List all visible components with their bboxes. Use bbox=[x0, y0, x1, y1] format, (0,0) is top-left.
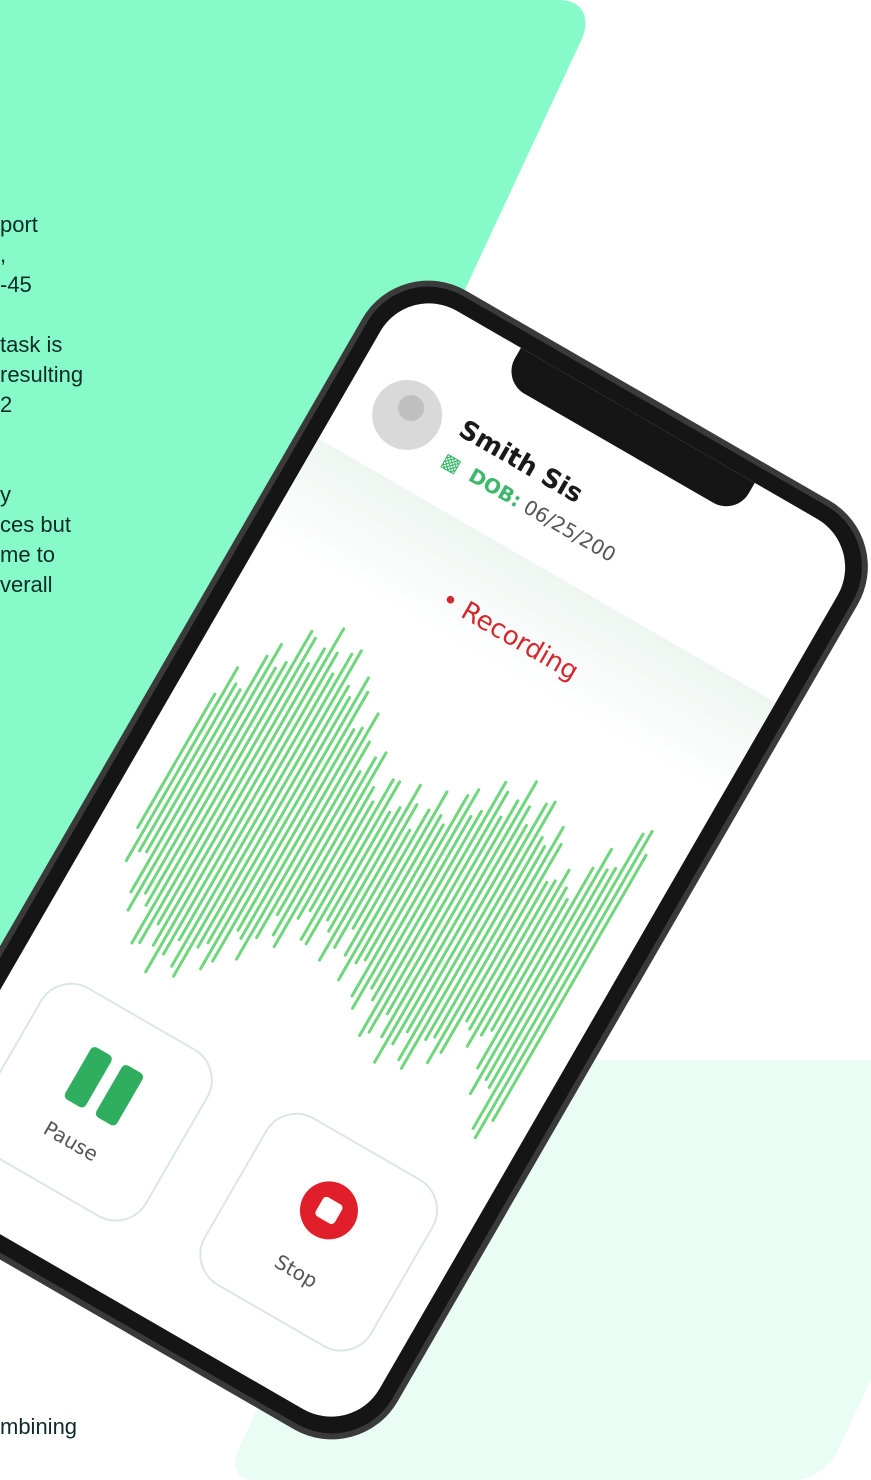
waveform-bar bbox=[350, 794, 470, 998]
side-text-gap bbox=[0, 450, 170, 480]
waveform-bar bbox=[299, 778, 395, 941]
waveform-bar bbox=[476, 866, 595, 1070]
side-text-line: verall bbox=[0, 572, 53, 597]
side-text-line: task is bbox=[0, 332, 63, 357]
stop-icon bbox=[289, 1170, 369, 1251]
stop-label: Stop bbox=[270, 1249, 322, 1293]
side-text-line: , bbox=[0, 242, 7, 267]
avatar-icon[interactable] bbox=[359, 367, 455, 463]
side-text-line: me to bbox=[0, 542, 56, 567]
waveform-bar bbox=[380, 799, 520, 1039]
cake-icon: ▩ bbox=[437, 447, 466, 478]
side-text-gap bbox=[0, 420, 170, 450]
side-text-block: port , -45 task is resulting 2 y ces but… bbox=[0, 210, 170, 600]
waveform-bar bbox=[358, 780, 508, 1037]
side-text-line: ces but bbox=[0, 512, 71, 537]
side-text-line: resulting bbox=[0, 362, 84, 387]
waveform-bar bbox=[465, 868, 571, 1048]
side-text-line: -45 bbox=[0, 272, 32, 297]
side-text-line: 2 bbox=[0, 392, 13, 417]
waveform-bar bbox=[170, 652, 354, 968]
pause-icon bbox=[59, 1043, 150, 1130]
side-text-gap bbox=[0, 300, 170, 330]
waveform-bar bbox=[199, 676, 371, 971]
waveform-bar bbox=[318, 783, 423, 962]
waveform-bar bbox=[145, 688, 242, 854]
waveform-bar bbox=[391, 805, 532, 1046]
waveform-bar bbox=[327, 806, 402, 933]
side-text-line: y bbox=[0, 482, 11, 507]
waveform-bar bbox=[367, 790, 510, 1034]
waveform-bar bbox=[424, 836, 544, 1042]
waveform-bar bbox=[271, 756, 378, 937]
waveform-bar bbox=[236, 728, 356, 932]
waveform-bar bbox=[425, 825, 565, 1065]
waveform-bar bbox=[172, 649, 363, 978]
waveform-bar bbox=[465, 880, 549, 1023]
waveform-bar bbox=[385, 815, 503, 1016]
bottom-text: mbining bbox=[0, 1414, 78, 1439]
waveform-bar bbox=[304, 780, 402, 946]
side-text-line: port bbox=[0, 212, 38, 237]
